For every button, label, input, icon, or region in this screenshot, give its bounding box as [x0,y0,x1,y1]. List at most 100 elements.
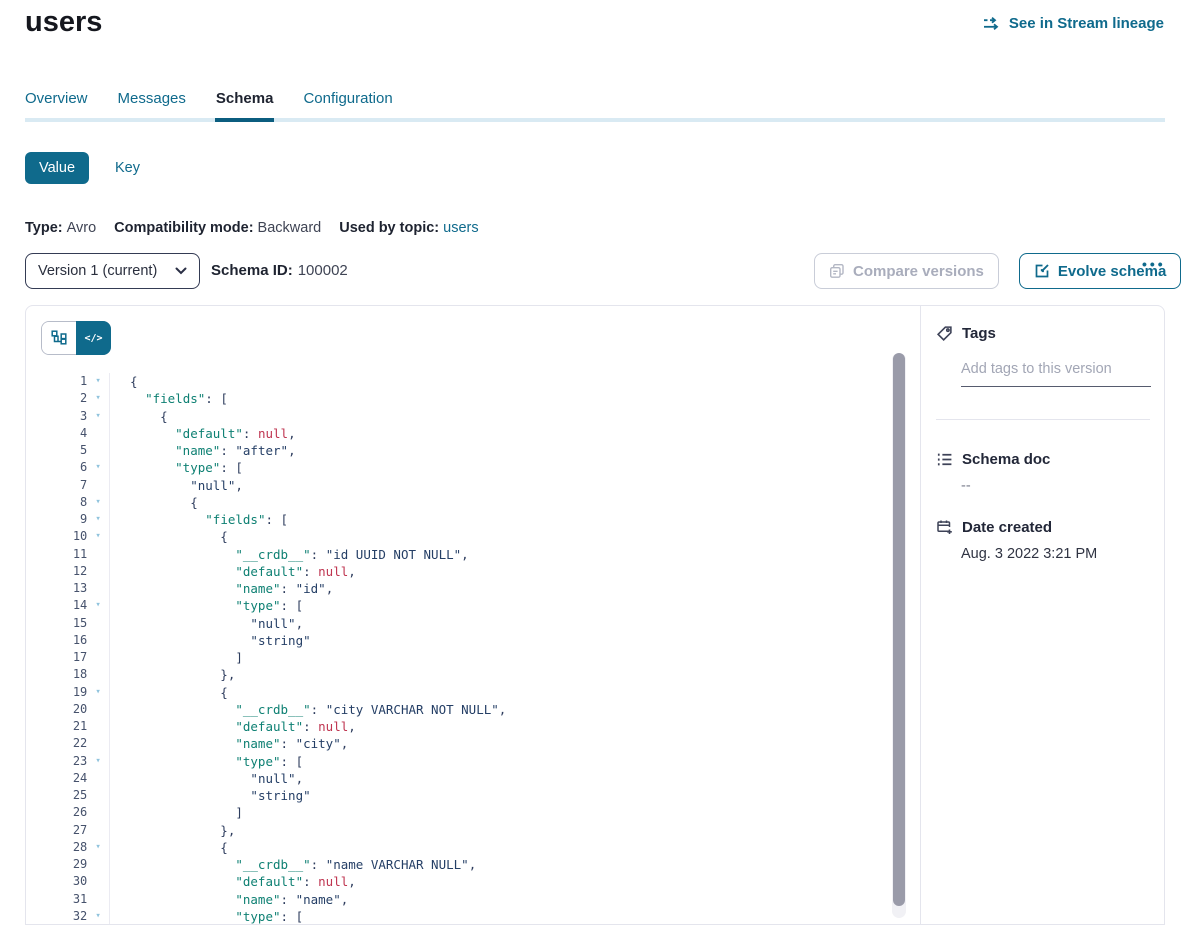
line-number: 31 [26,891,87,908]
fold-arrow-icon[interactable]: ▾ [87,408,109,425]
fold-arrow-icon [87,735,109,752]
gutter: 8▾ [26,494,110,511]
fold-arrow-icon[interactable]: ▾ [87,494,109,511]
code-line: 10▾ { [26,528,896,545]
code-text: { [110,839,228,856]
code-line: 3▾ { [26,408,896,425]
code-text: "type": [ [110,753,303,770]
code-line: 7 "null", [26,477,896,494]
line-number: 29 [26,856,87,873]
code-text: "name": "city", [110,735,348,752]
line-number: 25 [26,787,87,804]
fold-arrow-icon [87,770,109,787]
line-number: 16 [26,632,87,649]
code-text: "__crdb__": "id UUID NOT NULL", [110,546,469,563]
fold-arrow-icon[interactable]: ▾ [87,839,109,856]
tab-overview[interactable]: Overview [25,90,88,118]
fold-arrow-icon[interactable]: ▾ [87,528,109,545]
code-text: "null", [110,615,303,632]
more-actions-button[interactable]: ••• [1142,256,1166,272]
code-lines: 1▾{2▾ "fields": [3▾ {4 "default": null,5… [26,373,896,924]
fold-arrow-icon[interactable]: ▾ [87,459,109,476]
tab-configuration[interactable]: Configuration [303,90,392,118]
line-number: 1 [26,373,87,390]
line-number: 30 [26,873,87,890]
tree-view-button[interactable] [42,322,76,354]
schema-id-value: 100002 [298,262,348,279]
code-text: ] [110,649,243,666]
stream-lineage-icon [982,16,1001,31]
date-created-section-header: Date created [936,519,1052,536]
fold-arrow-icon[interactable]: ▾ [87,373,109,390]
code-line: 16 "string" [26,632,896,649]
line-number: 24 [26,770,87,787]
topic-link[interactable]: users [443,220,478,236]
tab-schema[interactable]: Schema [216,90,274,118]
line-number: 27 [26,822,87,839]
schema-doc-section-header: Schema doc [936,451,1050,468]
line-number: 19 [26,684,87,701]
key-toggle-button[interactable]: Key [115,160,140,176]
schema-id-field: Schema ID:100002 [211,262,348,279]
gutter: 27 [26,822,110,839]
schema-meta-row: Type:Avro Compatibility mode:Backward Us… [25,220,479,236]
fold-arrow-icon [87,701,109,718]
add-tags-input[interactable] [961,359,1151,387]
gutter: 29 [26,856,110,873]
line-number: 26 [26,804,87,821]
gutter: 9▾ [26,511,110,528]
fold-arrow-icon [87,563,109,580]
editor-scrollbar-track[interactable] [892,353,906,918]
code-view-button[interactable]: </> [76,321,111,355]
code-text: "fields": [ [110,511,288,528]
gutter: 6▾ [26,459,110,476]
code-editor: 1▾{2▾ "fields": [3▾ {4 "default": null,5… [26,373,896,924]
code-line: 30 "default": null, [26,873,896,890]
value-toggle-button[interactable]: Value [25,152,89,184]
doc-list-icon [936,451,953,468]
calendar-plus-icon [936,519,953,536]
schema-page: users See in Stream lineage Overview Mes… [0,0,1189,916]
gutter: 13 [26,580,110,597]
fold-arrow-icon [87,442,109,459]
tab-messages[interactable]: Messages [118,90,186,118]
code-text: "__crdb__": "name VARCHAR NULL", [110,856,476,873]
fold-arrow-icon[interactable]: ▾ [87,390,109,407]
code-line: 15 "null", [26,615,896,632]
gutter: 25 [26,787,110,804]
line-number: 15 [26,615,87,632]
gutter: 1▾ [26,373,110,390]
gutter: 21 [26,718,110,735]
line-number: 10 [26,528,87,545]
fold-arrow-icon[interactable]: ▾ [87,753,109,770]
line-number: 23 [26,753,87,770]
gutter: 3▾ [26,408,110,425]
fold-arrow-icon[interactable]: ▾ [87,597,109,614]
code-line: 6▾ "type": [ [26,459,896,476]
line-number: 20 [26,701,87,718]
line-number: 3 [26,408,87,425]
gutter: 15 [26,615,110,632]
used-by-topic-label: Used by topic: [339,220,439,236]
code-text: }, [110,822,235,839]
fold-arrow-icon [87,891,109,908]
compare-versions-button[interactable]: Compare versions [814,253,999,289]
editor-scrollbar-thumb[interactable] [893,353,905,906]
version-dropdown[interactable]: Version 1 (current) [25,253,200,289]
fold-arrow-icon[interactable]: ▾ [87,684,109,701]
chevron-down-icon [175,267,187,275]
see-in-stream-lineage-link[interactable]: See in Stream lineage [982,15,1164,32]
value-key-toggle: Value Key [25,152,140,184]
schema-side-panel: Tags Schema doc -- [920,306,1164,924]
gutter: 11 [26,546,110,563]
fold-arrow-icon [87,477,109,494]
tag-icon [936,325,953,342]
fold-arrow-icon [87,804,109,821]
schema-actions: Compare versions Evolve schema [814,253,1181,289]
line-number: 5 [26,442,87,459]
fold-arrow-icon[interactable]: ▾ [87,511,109,528]
fold-arrow-icon [87,822,109,839]
code-line: 11 "__crdb__": "id UUID NOT NULL", [26,546,896,563]
gutter: 16 [26,632,110,649]
compare-versions-icon [829,263,845,279]
